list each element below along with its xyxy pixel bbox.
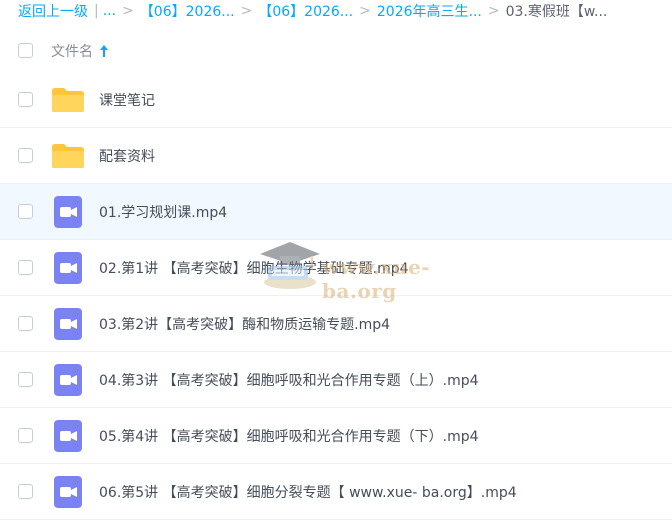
name-column-header[interactable]: 文件名 [51,41,109,61]
video-file-icon [54,196,82,228]
breadcrumb-divider: | [94,3,99,19]
file-name[interactable]: 课堂笔记 [99,90,155,110]
breadcrumb-item[interactable]: 【06】2026... [140,1,235,21]
chevron-right-icon: > [359,3,371,19]
breadcrumb-item[interactable]: 2026年高三生... [377,1,482,21]
file-name[interactable]: 04.第3讲 【高考突破】细胞呼吸和光合作用专题（上）.mp4 [99,370,479,390]
sort-up-arrow-icon [100,45,108,57]
watermark: www.xue-ba.org [258,240,483,303]
breadcrumb-item[interactable]: 【06】2026... [258,1,353,21]
file-row[interactable]: 04.第3讲 【高考突破】细胞呼吸和光合作用专题（上）.mp4 [0,352,672,408]
select-all-checkbox[interactable] [18,43,33,58]
file-name[interactable]: 03.第2讲【高考突破】酶和物质运输专题.mp4 [99,314,390,334]
chevron-right-icon: > [487,3,500,19]
video-file-icon [54,420,82,452]
row-checkbox[interactable] [18,484,33,499]
file-row[interactable]: 06.第5讲 【高考突破】细胞分裂专题【 www.xue- ba.org】.mp… [0,464,672,520]
video-file-icon [54,364,82,396]
row-checkbox[interactable] [18,428,33,443]
file-name[interactable]: 05.第4讲 【高考突破】细胞呼吸和光合作用专题（下）.mp4 [99,426,479,446]
file-name[interactable]: 06.第5讲 【高考突破】细胞分裂专题【 www.xue- ba.org】.mp… [99,482,517,502]
watermark-text: www.xue-ba.org [322,255,431,303]
row-checkbox[interactable] [18,260,33,275]
file-row[interactable]: 配套资料 [0,128,672,184]
row-checkbox[interactable] [18,372,33,387]
row-checkbox[interactable] [18,204,33,219]
file-row[interactable]: 课堂笔记 [0,72,672,128]
breadcrumb-current: 03.寒假班【w... [505,4,608,20]
file-name[interactable]: 配套资料 [99,146,155,166]
chevron-right-icon: > [240,3,253,19]
video-file-icon [54,252,82,284]
file-list-header: 文件名 [0,28,672,72]
name-column-label: 文件名 [51,44,93,60]
back-link[interactable]: 返回上一级 [18,1,88,21]
row-checkbox[interactable] [18,148,33,163]
video-file-icon [54,308,82,340]
breadcrumb: 返回上一级 | ... > 【06】2026... > 【06】2026... … [18,0,668,22]
folder-icon [52,144,84,168]
graduation-cap-logo [260,242,320,289]
video-file-icon [54,476,82,508]
file-row[interactable]: 01.学习规划课.mp4 [0,184,672,240]
row-checkbox[interactable] [18,316,33,331]
breadcrumb-ellipsis[interactable]: ... [103,3,116,19]
folder-icon [52,88,84,112]
row-checkbox[interactable] [18,92,33,107]
file-row[interactable]: 05.第4讲 【高考突破】细胞呼吸和光合作用专题（下）.mp4 [0,408,672,464]
file-name[interactable]: 01.学习规划课.mp4 [99,202,227,222]
chevron-right-icon: > [122,3,134,19]
file-row[interactable]: 03.第2讲【高考突破】酶和物质运输专题.mp4 [0,296,672,352]
